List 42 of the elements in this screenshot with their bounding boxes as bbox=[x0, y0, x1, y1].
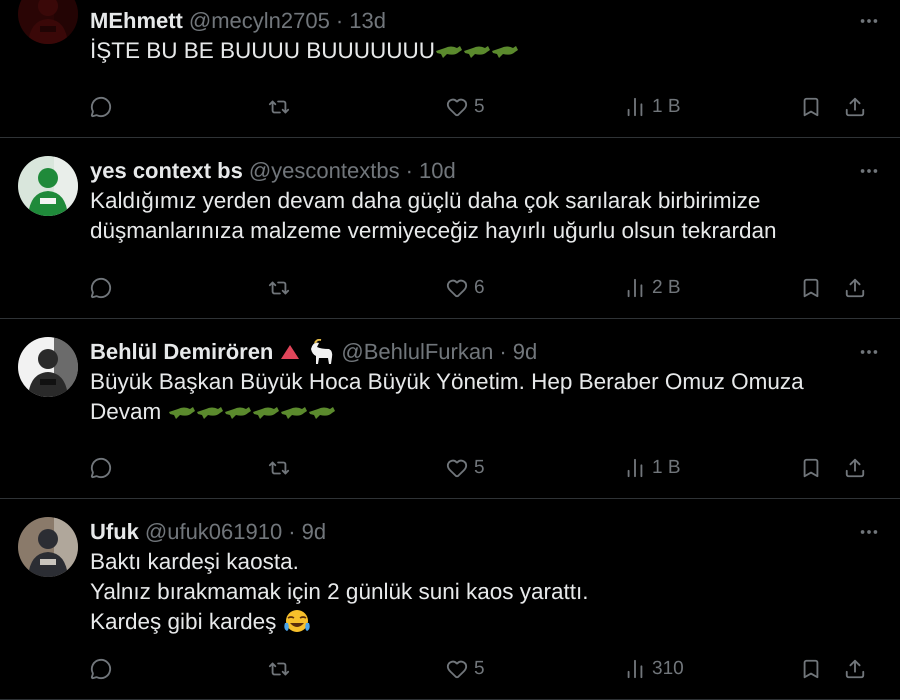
author-handle[interactable]: @mecyln2705 bbox=[188, 8, 330, 34]
post-time[interactable]: · 13d bbox=[336, 8, 386, 34]
heart-icon[interactable] bbox=[446, 277, 468, 299]
heart-icon[interactable] bbox=[446, 96, 468, 118]
post-text: düşmanlarınıza malzeme vermiyeceğiz hayırlı uğurlu olsun tekrardan bbox=[90, 218, 777, 244]
views-button[interactable]: 1 B bbox=[624, 96, 681, 118]
post-time[interactable]: · 9d bbox=[499, 339, 538, 365]
views-button[interactable]: 2 B bbox=[624, 277, 681, 299]
views-button[interactable]: 310 bbox=[624, 658, 684, 680]
post-time[interactable]: · 9d bbox=[288, 519, 326, 545]
like-button[interactable]: 5 bbox=[446, 96, 485, 118]
like-button[interactable]: 5 bbox=[446, 658, 485, 680]
heart-icon[interactable] bbox=[446, 658, 468, 680]
heart-icon[interactable] bbox=[446, 457, 468, 479]
like-button[interactable]: 5 bbox=[446, 457, 485, 479]
post-text: İŞTE BU BE BUUUU BUUUUUUU bbox=[90, 38, 436, 64]
author-handle[interactable]: @BehlulFurkan bbox=[341, 339, 494, 365]
reply-button[interactable] bbox=[90, 457, 112, 479]
author-handle[interactable]: @ufuk061910 bbox=[144, 519, 282, 545]
laughing-emoji-icon bbox=[282, 609, 311, 635]
reply-button[interactable] bbox=[90, 277, 112, 299]
post-text: Kaldığımız yerden devam daha güçlü daha çok sarılarak birbirimize bbox=[90, 188, 760, 214]
author-name[interactable]: Behlül Demirören bbox=[90, 339, 274, 365]
share-button[interactable] bbox=[844, 96, 866, 118]
share-button[interactable] bbox=[844, 277, 866, 299]
like-button[interactable]: 6 bbox=[446, 277, 485, 299]
author-name[interactable]: Ufuk bbox=[90, 519, 139, 545]
post-text: Yalnız bırakmamak için 2 günlük suni kaos yarattı. bbox=[90, 579, 589, 605]
author-name[interactable]: yes context bs bbox=[90, 158, 243, 184]
views-button[interactable]: 1 B bbox=[624, 457, 681, 479]
share-button[interactable] bbox=[844, 457, 866, 479]
share-button[interactable] bbox=[844, 658, 866, 680]
reply-button[interactable] bbox=[90, 658, 112, 680]
triangle-icon bbox=[279, 343, 302, 361]
author-handle[interactable]: @yescontextbs bbox=[248, 158, 400, 184]
post-text: Kardeş gibi kardeş bbox=[90, 609, 278, 635]
post-text: Baktı kardeşi kaosta. bbox=[90, 549, 299, 575]
post-text: Büyük Başkan Büyük Hoca Büyük Yönetim. Hep Beraber Omuz Omuza bbox=[90, 369, 804, 395]
author-name[interactable]: MEhmett bbox=[90, 8, 183, 34]
post-text: Devam bbox=[90, 399, 162, 425]
post-time[interactable]: · 10d bbox=[406, 158, 456, 184]
reply-button[interactable] bbox=[90, 96, 112, 118]
